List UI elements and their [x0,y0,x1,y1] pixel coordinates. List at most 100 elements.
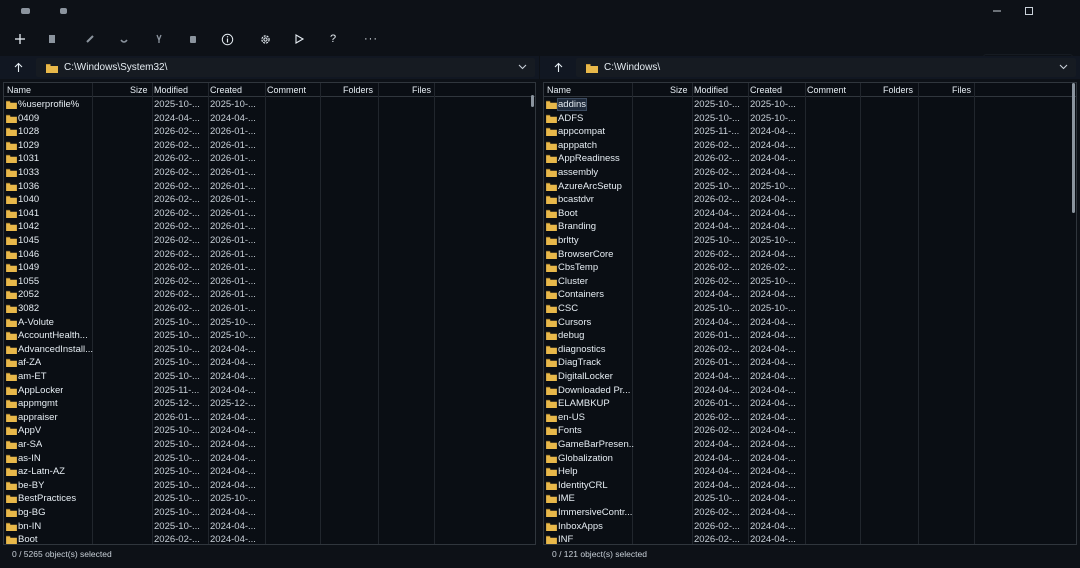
table-row[interactable]: AdvancedInstall... 2025-10-... 2024-04-... [4,343,535,357]
right-file-list[interactable]: Name Size Modified Created Comment Folde… [543,82,1077,545]
table-row[interactable]: AccountHealth... 2025-10-... 2025-10-... [4,329,535,343]
table-row[interactable]: 1028 2026-02-... 2026-01-... [4,125,535,139]
maximize-icon[interactable] [1022,5,1036,17]
column-files[interactable]: Files [952,85,971,95]
table-row[interactable]: CbsTemp 2026-02-... 2026-02-... [544,261,1076,275]
table-row[interactable]: ImmersiveContr... 2026-02-... 2024-04-... [544,506,1076,520]
column-comment[interactable]: Comment [267,85,306,95]
left-file-list[interactable]: Name Size Modified Created Comment Folde… [3,82,536,545]
table-row[interactable]: BestPractices 2025-10-... 2025-10-... [4,492,535,506]
table-row[interactable]: Containers 2024-04-... 2024-04-... [544,288,1076,302]
table-row[interactable]: BrowserCore 2026-02-... 2024-04-... [544,248,1076,262]
table-row[interactable]: IME 2025-10-... 2024-04-... [544,492,1076,506]
table-row[interactable]: InboxApps 2026-02-... 2024-04-... [544,520,1076,534]
column-name[interactable]: Name [7,85,31,95]
table-row[interactable]: Fonts 2026-02-... 2024-04-... [544,424,1076,438]
column-comment[interactable]: Comment [807,85,846,95]
column-folders[interactable]: Folders [883,85,913,95]
left-path-field[interactable]: C:\Windows\System32\ [36,58,535,77]
table-row[interactable]: Cluster 2026-02-... 2025-10-... [544,275,1076,289]
new-icon[interactable] [9,29,31,49]
table-row[interactable]: Downloaded Pr... 2024-04-... 2024-04-... [544,384,1076,398]
table-row[interactable]: assembly 2026-02-... 2024-04-... [544,166,1076,180]
column-modified[interactable]: Modified [154,85,188,95]
table-row[interactable]: 3082 2026-02-... 2026-01-... [4,302,535,316]
table-row[interactable]: appraiser 2026-01-... 2024-04-... [4,411,535,425]
table-row[interactable]: brltty 2025-10-... 2025-10-... [544,234,1076,248]
table-row[interactable]: IdentityCRL 2024-04-... 2024-04-... [544,479,1076,493]
left-up-button[interactable] [4,58,32,77]
table-row[interactable]: %userprofile% 2025-10-... 2025-10-... [4,98,535,112]
table-row[interactable]: appmgmt 2025-12-... 2025-12-... [4,397,535,411]
minimize-icon[interactable] [990,5,1004,17]
table-row[interactable]: Cursors 2024-04-... 2024-04-... [544,316,1076,330]
table-row[interactable]: 0409 2024-04-... 2024-04-... [4,112,535,126]
table-row[interactable]: DiagTrack 2026-01-... 2024-04-... [544,356,1076,370]
table-row[interactable]: am-ET 2025-10-... 2024-04-... [4,370,535,384]
table-row[interactable]: 1036 2026-02-... 2026-01-... [4,180,535,194]
column-files[interactable]: Files [412,85,431,95]
table-row[interactable]: az-Latn-AZ 2025-10-... 2024-04-... [4,465,535,479]
table-row[interactable]: 1055 2026-02-... 2026-01-... [4,275,535,289]
table-row[interactable]: 1046 2026-02-... 2026-01-... [4,248,535,262]
table-row[interactable]: appcompat 2025-11-... 2024-04-... [544,125,1076,139]
chevron-down-icon[interactable] [518,64,527,70]
table-row[interactable]: AzureArcSetup 2025-10-... 2025-10-... [544,180,1076,194]
play-icon[interactable] [288,29,310,49]
table-row[interactable]: 1045 2026-02-... 2026-01-... [4,234,535,248]
table-row[interactable]: Boot 2026-02-... 2024-04-... [4,533,535,544]
table-row[interactable]: debug 2026-01-... 2024-04-... [544,329,1076,343]
table-row[interactable]: Globalization 2024-04-... 2024-04-... [544,452,1076,466]
table-row[interactable]: 1031 2026-02-... 2026-01-... [4,152,535,166]
table-row[interactable]: ar-SA 2025-10-... 2024-04-... [4,438,535,452]
table-row[interactable]: 1042 2026-02-... 2026-01-... [4,220,535,234]
column-created[interactable]: Created [210,85,242,95]
table-row[interactable]: DigitalLocker 2024-04-... 2024-04-... [544,370,1076,384]
table-row[interactable]: apppatch 2026-02-... 2024-04-... [544,139,1076,153]
cut-icon[interactable] [148,29,170,49]
table-row[interactable]: bcastdvr 2026-02-... 2024-04-... [544,193,1076,207]
table-row[interactable]: ELAMBKUP 2026-01-... 2024-04-... [544,397,1076,411]
table-row[interactable]: A-Volute 2025-10-... 2025-10-... [4,316,535,330]
copy-icon[interactable] [41,29,63,49]
table-row[interactable]: Boot 2024-04-... 2024-04-... [544,207,1076,221]
chevron-down-icon[interactable] [1059,64,1068,70]
table-row[interactable]: af-ZA 2025-10-... 2024-04-... [4,356,535,370]
table-row[interactable]: 2052 2026-02-... 2026-01-... [4,288,535,302]
right-up-button[interactable] [544,58,572,77]
table-row[interactable]: addins 2025-10-... 2025-10-... [544,98,1076,112]
more-icon[interactable]: ··· [360,29,382,49]
column-size[interactable]: Size [670,85,688,95]
right-path-field[interactable]: C:\Windows\ [576,58,1076,77]
table-row[interactable]: Branding 2024-04-... 2024-04-... [544,220,1076,234]
table-row[interactable]: 1049 2026-02-... 2026-01-... [4,261,535,275]
table-row[interactable]: AppV 2025-10-... 2024-04-... [4,424,535,438]
table-row[interactable]: bn-IN 2025-10-... 2024-04-... [4,520,535,534]
column-size[interactable]: Size [130,85,148,95]
table-row[interactable]: AppReadiness 2026-02-... 2024-04-... [544,152,1076,166]
table-row[interactable]: Help 2024-04-... 2024-04-... [544,465,1076,479]
column-name[interactable]: Name [547,85,571,95]
info-icon[interactable] [216,29,238,49]
table-row[interactable]: CSC 2025-10-... 2025-10-... [544,302,1076,316]
table-row[interactable]: be-BY 2025-10-... 2024-04-... [4,479,535,493]
column-modified[interactable]: Modified [694,85,728,95]
table-row[interactable]: ADFS 2025-10-... 2025-10-... [544,112,1076,126]
table-row[interactable]: AppLocker 2025-11-... 2024-04-... [4,384,535,398]
column-folders[interactable]: Folders [343,85,373,95]
gear-icon[interactable] [254,29,276,49]
delete-icon[interactable] [182,29,204,49]
table-row[interactable]: as-IN 2025-10-... 2024-04-... [4,452,535,466]
help-icon[interactable]: ? [322,29,344,49]
table-row[interactable]: en-US 2026-02-... 2024-04-... [544,411,1076,425]
table-row[interactable]: bg-BG 2025-10-... 2024-04-... [4,506,535,520]
table-row[interactable]: GameBarPresen... 2024-04-... 2024-04-... [544,438,1076,452]
table-row[interactable]: diagnostics 2026-02-... 2024-04-... [544,343,1076,357]
table-row[interactable]: 1033 2026-02-... 2026-01-... [4,166,535,180]
table-row[interactable]: 1029 2026-02-... 2026-01-... [4,139,535,153]
link-icon[interactable] [113,29,135,49]
table-row[interactable]: 1041 2026-02-... 2026-01-... [4,207,535,221]
table-row[interactable]: INF 2026-02-... 2024-04-... [544,533,1076,544]
edit-icon[interactable] [79,29,101,49]
table-row[interactable]: 1040 2026-02-... 2026-01-... [4,193,535,207]
